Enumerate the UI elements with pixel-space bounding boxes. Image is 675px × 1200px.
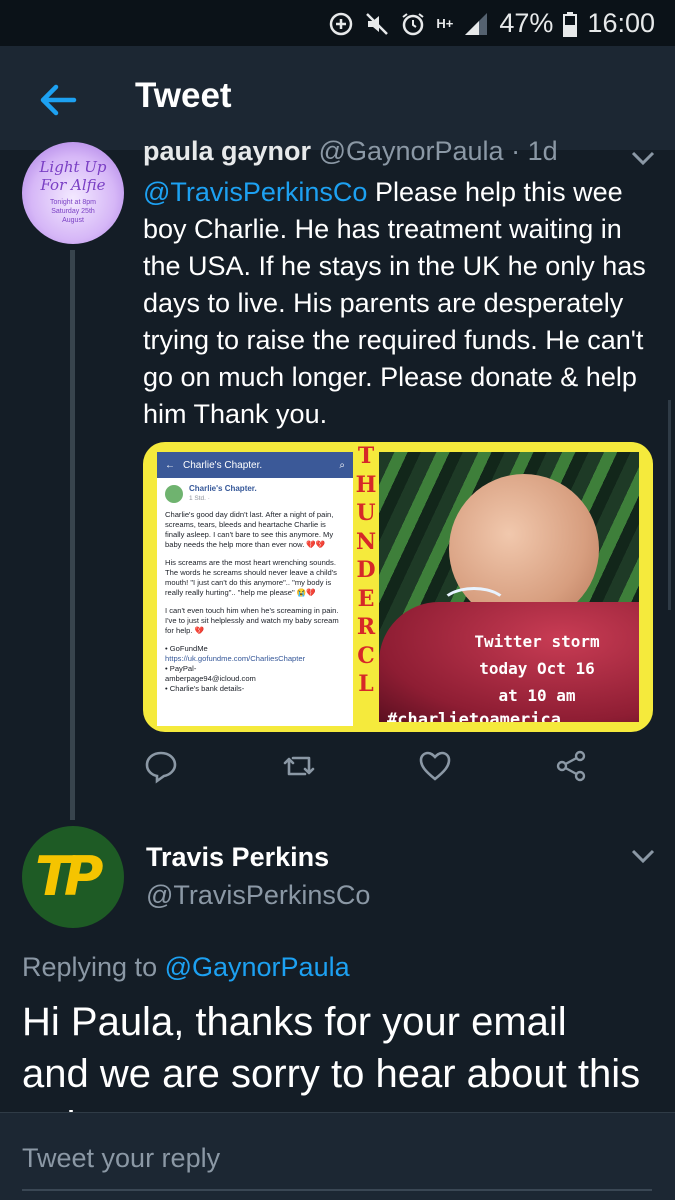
fb-link-label: • Charlie's bank details- bbox=[165, 684, 245, 693]
avatar[interactable]: Light Up For Alfie Tonight at 8pm Saturd… bbox=[22, 142, 124, 244]
fb-page-title: Charlie's Chapter. bbox=[183, 459, 263, 471]
status-bar: H+ 47% 16:00 bbox=[0, 0, 675, 46]
network-type: H+ bbox=[436, 16, 454, 31]
fb-date: 1 Std. · bbox=[189, 495, 210, 502]
storm-line: today Oct 16 bbox=[479, 659, 595, 678]
storm-caption: Twitter storm today Oct 16 at 10 am bbox=[447, 628, 627, 709]
scrollbar[interactable] bbox=[668, 400, 671, 610]
author-name[interactable]: paula gaynor bbox=[143, 136, 311, 166]
author-handle[interactable]: @GaynorPaula bbox=[319, 136, 504, 166]
replying-to: Replying to @GaynorPaula bbox=[22, 952, 350, 983]
thunder-letter: T bbox=[357, 443, 375, 469]
thunder-letter: L bbox=[358, 671, 374, 697]
facebook-screenshot: ← Charlie's Chapter. ⌕ Charlie's Chapter… bbox=[157, 452, 353, 726]
page-title: Tweet bbox=[135, 76, 232, 115]
thunder-letter: C bbox=[357, 642, 375, 669]
thunder-letter: N bbox=[355, 528, 377, 555]
storm-line: at 10 am bbox=[498, 686, 576, 705]
thunder-letter: R bbox=[356, 614, 376, 640]
baby-photo: Twitter storm today Oct 16 at 10 am #cha… bbox=[379, 452, 639, 722]
avatar[interactable]: TP bbox=[22, 826, 124, 928]
alarm-icon bbox=[400, 11, 426, 37]
avatar-title-line1: Light Up bbox=[39, 158, 107, 176]
chevron-down-icon[interactable] bbox=[630, 848, 656, 864]
thunder-vertical-text: THUNDERCL bbox=[355, 442, 377, 732]
fb-post: Charlie's Chapter. 1 Std. · Charlie's go… bbox=[157, 478, 353, 700]
fb-link-label: • PayPal- bbox=[165, 664, 197, 673]
status-icons: H+ 47% 16:00 bbox=[328, 8, 655, 39]
replying-prefix: Replying to bbox=[22, 952, 165, 982]
thunder-letter: D bbox=[356, 557, 376, 583]
author-handle[interactable]: @TravisPerkinsCo bbox=[146, 880, 370, 911]
tweet-header: paula gaynor @GaynorPaula · 1d bbox=[143, 136, 558, 167]
app-header: Tweet bbox=[0, 46, 675, 150]
mention-link[interactable]: @TravisPerkinsCo bbox=[143, 177, 367, 207]
fb-author-name: Charlie's Chapter. bbox=[189, 484, 257, 493]
fb-email: amberpage94@icloud.com bbox=[165, 674, 256, 683]
avatar-title-line2: For Alfie bbox=[40, 176, 106, 194]
time-separator: · bbox=[503, 136, 528, 166]
fb-search-icon: ⌕ bbox=[339, 459, 345, 471]
thread-connector bbox=[70, 250, 75, 820]
fb-author-row: Charlie's Chapter. 1 Std. · bbox=[165, 484, 345, 504]
avatar-subtitle-line1: Tonight at 8pm bbox=[50, 199, 96, 206]
signal-icon bbox=[463, 11, 489, 37]
tweet-media[interactable]: ← Charlie's Chapter. ⌕ Charlie's Chapter… bbox=[143, 442, 653, 732]
data-saver-icon bbox=[328, 11, 354, 37]
fb-paragraph: Charlie's good day didn't last. After a … bbox=[165, 510, 334, 549]
avatar-subtitle-line3: August bbox=[62, 217, 84, 224]
mute-icon bbox=[364, 11, 390, 37]
thunder-letter: H bbox=[355, 471, 377, 498]
tweet-text: Hi Paula, thanks for your email and we a… bbox=[22, 1000, 641, 1112]
storm-line: Twitter storm bbox=[474, 632, 600, 651]
share-icon[interactable] bbox=[553, 748, 589, 784]
thunder-letter: E bbox=[357, 585, 375, 612]
clock: 16:00 bbox=[587, 8, 655, 38]
travis-perkins-logo: TP bbox=[35, 845, 103, 908]
like-heart-icon[interactable] bbox=[417, 748, 453, 784]
tweet-time: 1d bbox=[527, 136, 558, 166]
fb-header: ← Charlie's Chapter. ⌕ bbox=[157, 452, 353, 478]
battery-icon bbox=[563, 11, 578, 37]
tweet-text: @TravisPerkinsCo Please help this wee bo… bbox=[143, 174, 663, 433]
back-arrow-icon bbox=[40, 84, 77, 116]
retweet-icon[interactable] bbox=[281, 748, 317, 784]
fb-link: https://uk.gofundme.com/CharliesChapter bbox=[165, 654, 306, 663]
chevron-down-icon[interactable] bbox=[630, 150, 656, 166]
fb-link-label: • GoFundMe bbox=[165, 644, 208, 653]
thunder-letter: U bbox=[356, 500, 376, 526]
reply-input-underline bbox=[22, 1189, 652, 1191]
tweet-text-body: Please help this wee boy Charlie. He has… bbox=[143, 177, 646, 429]
reply-icon[interactable] bbox=[143, 748, 179, 784]
tweet-actions bbox=[143, 748, 603, 788]
reply-input[interactable]: Tweet your reply bbox=[22, 1143, 220, 1174]
fb-avatar bbox=[165, 485, 183, 503]
avatar-subtitle-line2: Saturday 25th bbox=[51, 208, 95, 215]
hashtag-caption: #charlietoamerica bbox=[387, 710, 561, 722]
fb-back-icon: ← bbox=[165, 459, 175, 471]
author-name[interactable]: Travis Perkins bbox=[146, 842, 329, 873]
back-button[interactable] bbox=[34, 76, 82, 124]
replying-mention[interactable]: @GaynorPaula bbox=[165, 952, 350, 982]
photo-tube bbox=[439, 587, 509, 627]
fb-paragraph: His screams are the most heart wrenching… bbox=[165, 558, 337, 597]
reply-bar: Tweet your reply bbox=[0, 1112, 675, 1200]
battery-percent: 47% bbox=[499, 8, 554, 38]
fb-paragraph: I can't even touch him when he's screami… bbox=[165, 606, 339, 635]
